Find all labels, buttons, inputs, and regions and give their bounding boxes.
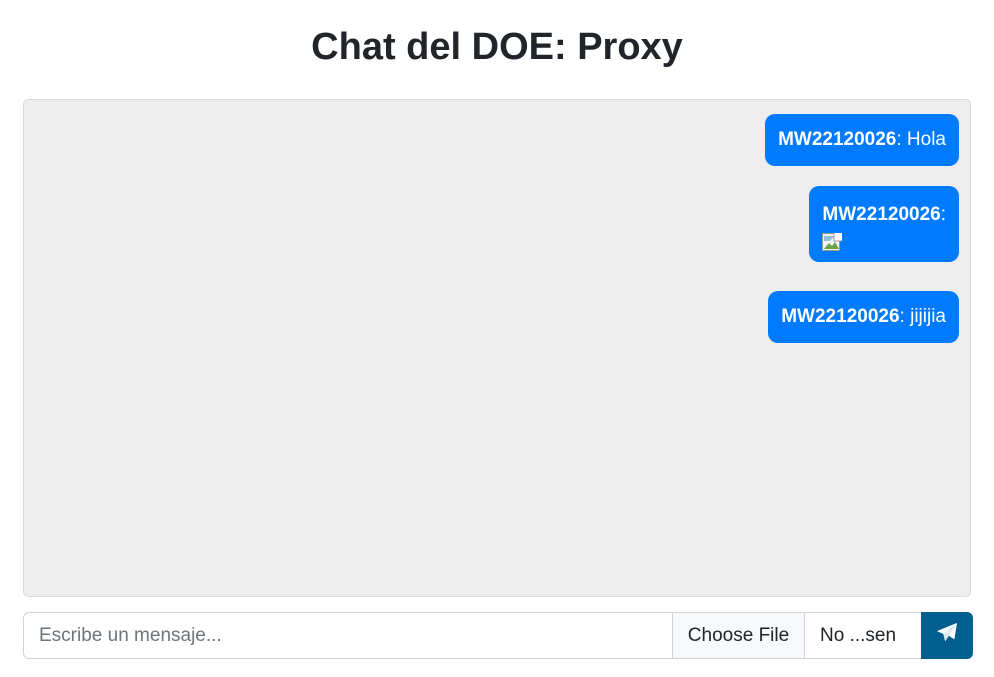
message-bubble: MW22120026: Hola [765, 114, 959, 166]
message-user: MW22120026 [781, 306, 900, 327]
message-separator: : [940, 204, 946, 225]
page-title: Chat del DOE: Proxy [311, 26, 683, 68]
message-text: Hola [901, 129, 946, 150]
message-bubble: MW22120026: [809, 186, 959, 262]
paper-plane-icon [936, 622, 958, 649]
message-user: MW22120026 [778, 129, 897, 150]
choose-file-button[interactable]: Choose File [672, 612, 805, 659]
message-user: MW22120026 [822, 204, 941, 225]
send-button[interactable] [921, 612, 973, 659]
message-input[interactable] [23, 612, 672, 659]
file-status-text: No ...sen [805, 612, 921, 659]
broken-image-icon[interactable] [822, 233, 843, 253]
message-bubble: MW22120026: jijijia [768, 291, 959, 343]
chat-messages-area[interactable]: MW22120026: Hola MW22120026: MW22120026:… [23, 99, 971, 597]
message-composer: Choose File No ...sen [23, 612, 973, 659]
message-text: jijijia [904, 306, 946, 327]
